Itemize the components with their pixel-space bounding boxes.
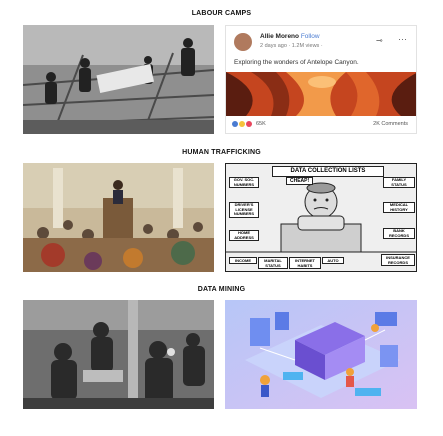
reactions-count: 65K [256, 121, 266, 127]
data-collection-cartoon: DATA COLLECTION LISTS CHEAP! GOV. SOC. N… [225, 163, 417, 272]
canyon-photo[interactable] [226, 72, 416, 116]
slave-auction-painting [23, 163, 214, 272]
cartoon-label: GOV. SOC. NUMBERS [229, 177, 259, 188]
cartoon-label: INCOME [229, 257, 257, 264]
social-post-card: Allie Moreno Follow 2 days ago · 1.2M vi… [225, 25, 417, 134]
cartoon-label: FAMILY STATUS [383, 177, 415, 188]
cartoon-label: DRIVER'S LICENSE NUMBERS [229, 202, 259, 218]
love-icon [246, 121, 252, 127]
section-title-human-trafficking: HUMAN TRAFFICKING [182, 149, 261, 156]
cartoon-label: BANK RECORDS [383, 228, 415, 239]
cartoon-banner: DATA COLLECTION LISTS [272, 166, 384, 177]
miners-photo [23, 300, 214, 409]
cartoon-cheap-sign: CHEAP! [286, 177, 314, 185]
avatar[interactable] [234, 33, 252, 51]
reactions[interactable]: 65K [232, 121, 266, 127]
cartoon-label: INSURANCE RECORDS [381, 254, 415, 266]
cartoon-label: MEDICAL HISTORY [383, 202, 415, 213]
comments-count[interactable]: 2K Comments [373, 121, 408, 127]
cartoon-label: HOME ADDRESS [229, 230, 259, 241]
more-options-icon[interactable]: ··· [398, 34, 407, 44]
section-title-labour-camps: LABOUR CAMPS [191, 10, 252, 17]
like-icon [232, 121, 238, 127]
section-title-data-mining: DATA MINING [197, 286, 246, 293]
post-text: Exploring the wonders of Antelope Canyon… [234, 59, 359, 66]
pin-icon[interactable]: ⊸ [376, 36, 383, 45]
data-mining-illustration [225, 300, 417, 409]
post-meta: 2 days ago · 1.2M views · [260, 43, 323, 49]
cartoon-label: INTERNET HABITS [289, 257, 321, 269]
labour-camp-photo [23, 25, 214, 134]
follow-link[interactable]: Follow [301, 33, 320, 40]
cartoon-label: AUTO [322, 257, 344, 264]
laugh-icon [239, 121, 245, 127]
cartoon-label: MARITAL STATUS [258, 257, 288, 269]
post-author[interactable]: Allie Moreno [260, 33, 299, 40]
